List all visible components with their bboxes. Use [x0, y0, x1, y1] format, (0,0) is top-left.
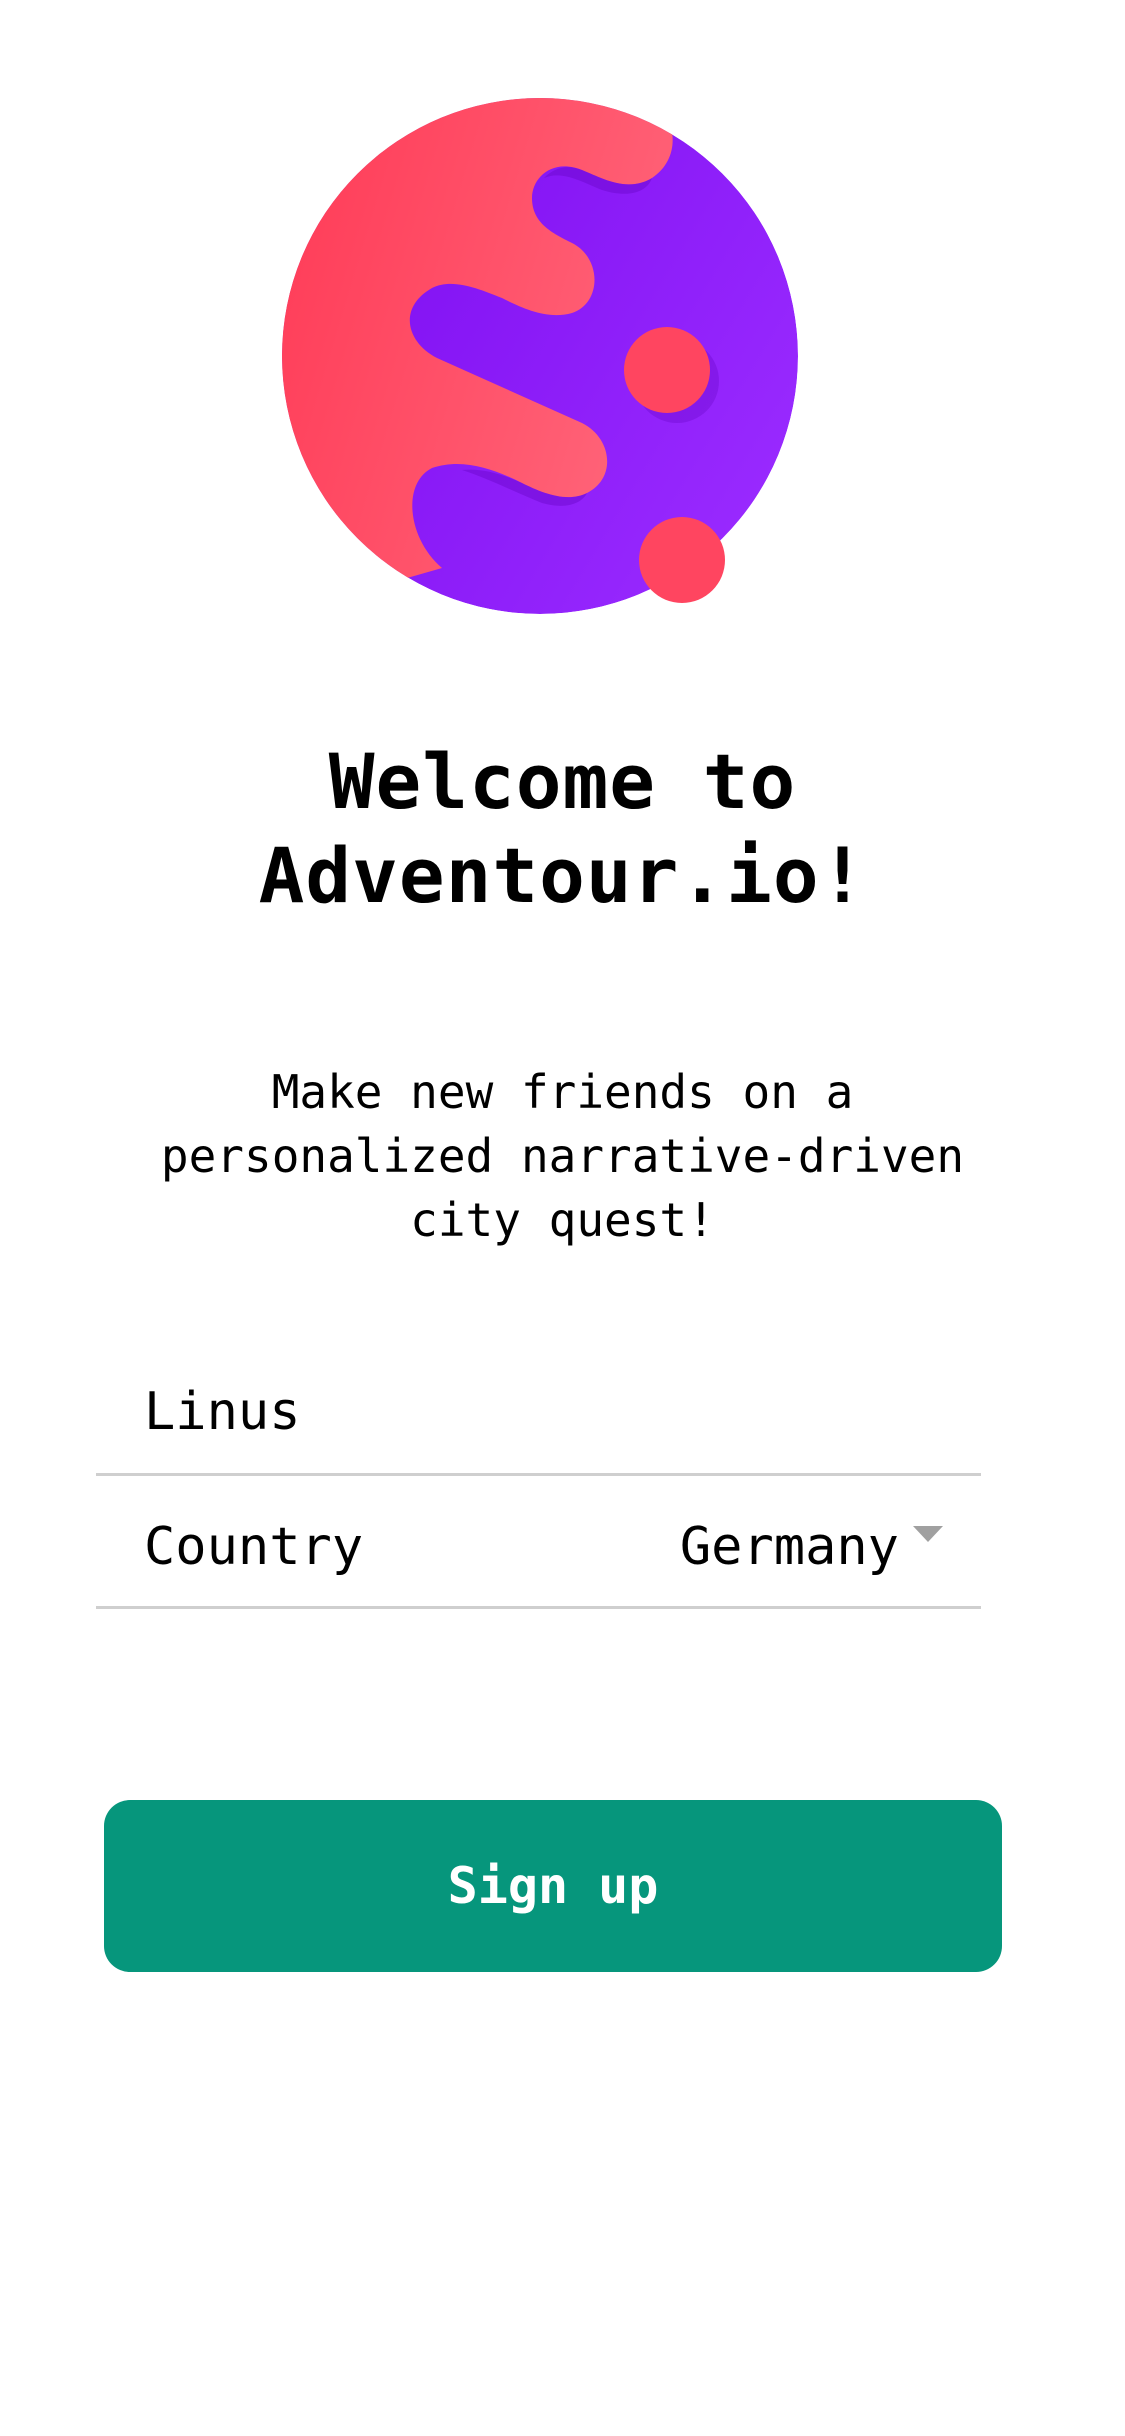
country-label: Country	[144, 1517, 364, 1577]
name-field	[96, 1343, 981, 1476]
adventour-logo-icon	[282, 98, 798, 614]
welcome-title-line2: Adventour.io!	[258, 831, 867, 920]
country-select[interactable]: Country Germany	[96, 1476, 981, 1609]
signup-button[interactable]: Sign up	[104, 1800, 1002, 1972]
dropdown-arrow-icon[interactable]	[913, 1526, 943, 1542]
app-logo	[282, 98, 798, 614]
name-input[interactable]	[144, 1377, 924, 1447]
welcome-subtitle: Make new friends on a personalized narra…	[160, 1065, 965, 1247]
country-value[interactable]: Germany	[680, 1512, 899, 1582]
welcome-title: Welcome to Adventour.io!	[0, 735, 1125, 923]
welcome-title-line1: Welcome to	[328, 737, 797, 826]
